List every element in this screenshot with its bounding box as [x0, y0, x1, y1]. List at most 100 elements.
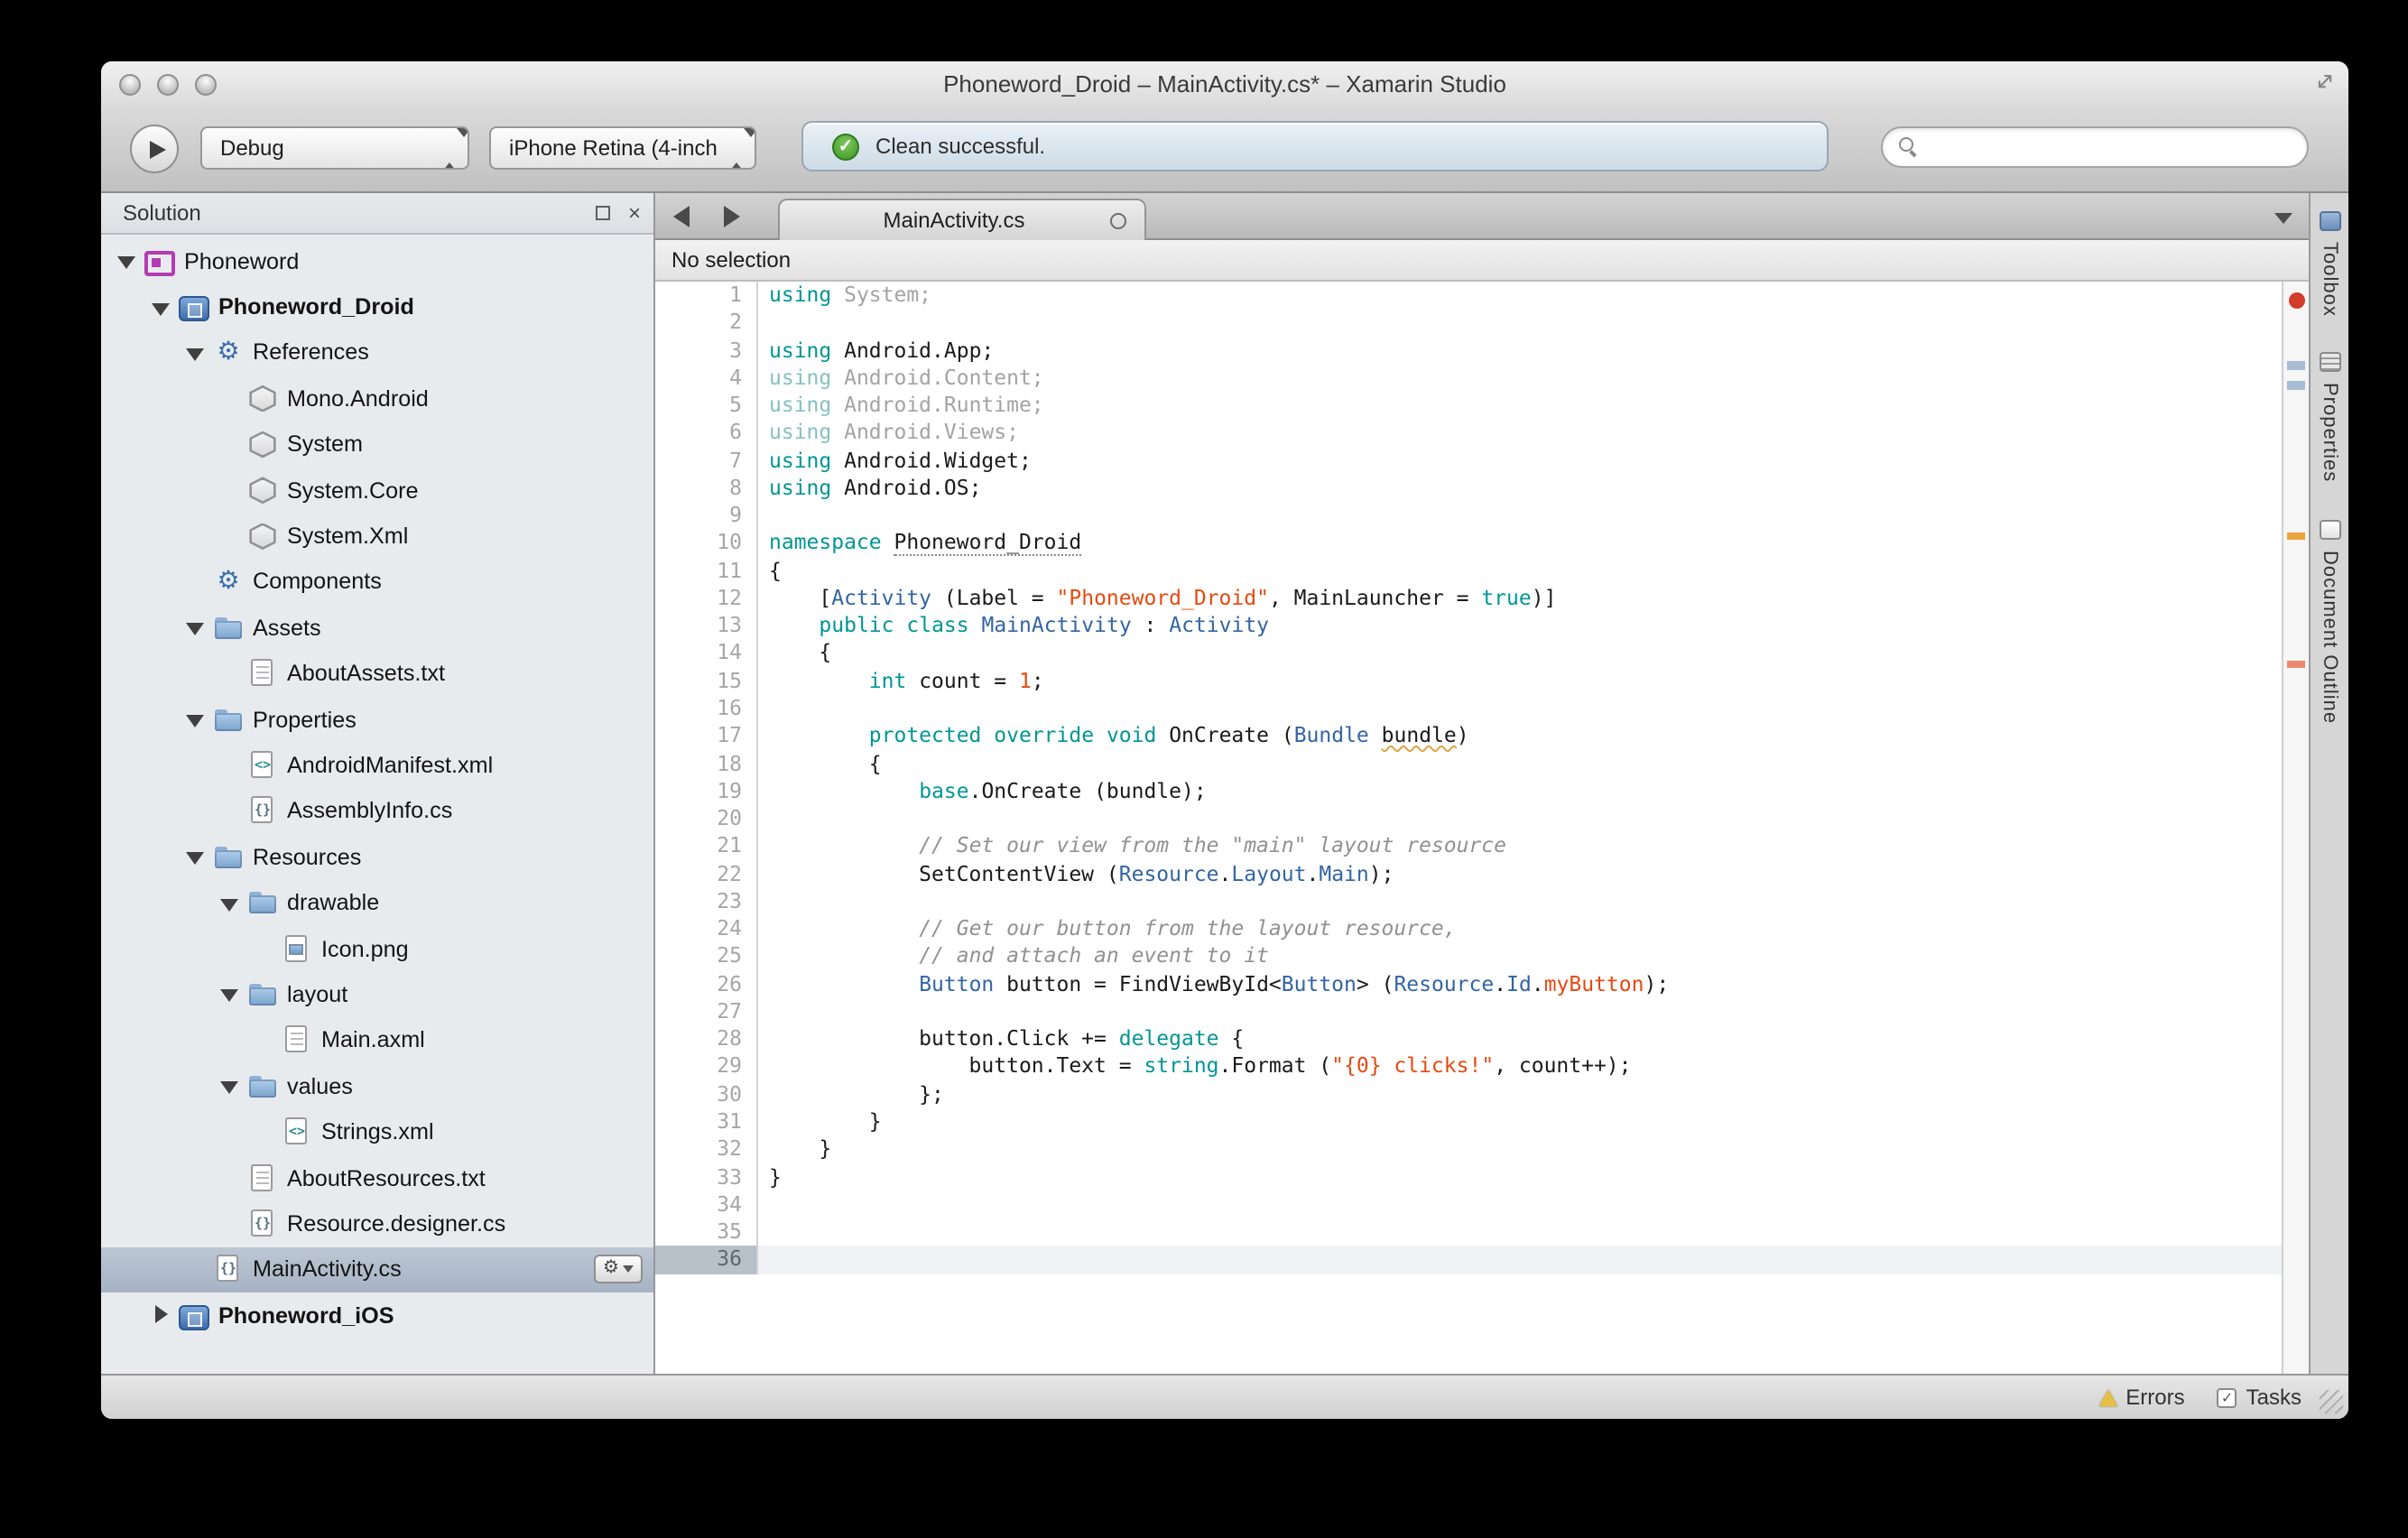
dock-pad-icon[interactable] — [596, 206, 610, 220]
code-line[interactable]: 25 // and attach an event to it — [655, 942, 2282, 971]
item-options-button[interactable]: ⚙ — [594, 1255, 643, 1284]
tree-item-layout[interactable]: layout — [101, 972, 653, 1018]
search-input[interactable] — [1881, 126, 2309, 168]
unsaved-indicator-icon[interactable] — [1110, 212, 1126, 228]
disclosure-open-icon[interactable] — [218, 1074, 242, 1098]
code-line[interactable]: 31 } — [655, 1107, 2282, 1136]
code-line[interactable]: 4 using Android.Content; — [655, 364, 2282, 393]
code-line[interactable]: 21 // Set our view from the "main" layou… — [655, 832, 2282, 861]
code-line[interactable]: 35 — [655, 1218, 2282, 1246]
tree-item-aboutresources-txt[interactable]: AboutResources.txt — [101, 1155, 653, 1201]
tab-mainactivity-cs[interactable]: MainActivity.cs — [778, 199, 1146, 240]
code-line[interactable]: 23 — [655, 887, 2282, 916]
code-line[interactable]: 34 — [655, 1191, 2282, 1219]
code-line[interactable]: 17 protected override void OnCreate (Bun… — [655, 722, 2282, 751]
disclosure-open-icon[interactable] — [184, 616, 208, 640]
errors-button[interactable]: Errors — [2098, 1385, 2185, 1410]
code-line[interactable]: 32 } — [655, 1135, 2282, 1163]
disclosure-open-icon[interactable] — [184, 341, 208, 365]
tree-item-strings-xml[interactable]: <> Strings.xml — [101, 1109, 653, 1155]
navigate-forward-icon[interactable] — [724, 206, 740, 227]
code-line[interactable]: 26 Button button = FindViewById<Button> … — [655, 970, 2282, 998]
overview-mark[interactable] — [2287, 533, 2305, 540]
tree-item-androidmanifest-xml[interactable]: <> AndroidManifest.xml — [101, 743, 653, 789]
tree-item-system-xml[interactable]: System.Xml — [101, 514, 653, 560]
disclosure-open-icon[interactable] — [218, 983, 242, 1006]
tree-item-assemblyinfo-cs[interactable]: {} AssemblyInfo.cs — [101, 788, 653, 834]
code-line[interactable]: 16 — [655, 694, 2282, 723]
code-line[interactable]: 7 using Android.Widget; — [655, 447, 2282, 475]
disclosure-open-icon[interactable] — [184, 708, 208, 731]
tree-item-mainactivity-cs[interactable]: {} MainActivity.cs ⚙ — [101, 1246, 653, 1292]
tab-list-dropdown-icon[interactable] — [2274, 213, 2292, 224]
tree-item-mono-android[interactable]: Mono.Android — [101, 375, 653, 422]
code-line[interactable]: 28 button.Click += delegate { — [655, 1025, 2282, 1053]
code-line[interactable]: 19 base.OnCreate (bundle); — [655, 777, 2282, 806]
code-line[interactable]: 36 — [655, 1246, 2282, 1274]
tree-item-properties[interactable]: Properties — [101, 697, 653, 743]
device-selector[interactable]: iPhone Retina (4-inch — [489, 126, 756, 170]
tree-item-resource-designer-cs[interactable]: {} Resource.designer.cs — [101, 1200, 653, 1246]
overview-mark[interactable] — [2287, 361, 2305, 370]
code-line[interactable]: 29 button.Text = string.Format ("{0} cli… — [655, 1052, 2282, 1081]
code-line[interactable]: 10 namespace Phoneword_Droid — [655, 529, 2282, 558]
code-line[interactable]: 20 — [655, 805, 2282, 833]
code-line[interactable]: 14 { — [655, 639, 2282, 668]
tree-item-values[interactable]: values — [101, 1063, 653, 1109]
code-line[interactable]: 33} — [655, 1163, 2282, 1191]
tree-item-drawable[interactable]: drawable — [101, 880, 653, 926]
tree-item-phoneword-ios[interactable]: Phoneword_iOS — [101, 1292, 653, 1339]
run-button[interactable] — [130, 125, 179, 173]
tree-item-phoneword[interactable]: Phoneword — [101, 238, 653, 284]
disclosure-open-icon[interactable] — [218, 891, 242, 914]
overview-mark[interactable] — [2289, 292, 2305, 309]
pad-tab-properties[interactable]: Properties — [2319, 352, 2340, 483]
tree-item-aboutassets-txt[interactable]: AboutAssets.txt — [101, 651, 653, 697]
code-line[interactable]: 6 using Android.Views; — [655, 419, 2282, 448]
code-line[interactable]: 1 using System; — [655, 282, 2282, 310]
close-pad-icon[interactable]: × — [628, 199, 641, 227]
resize-grip[interactable] — [2320, 1390, 2343, 1413]
code-line[interactable]: 11 { — [655, 557, 2282, 585]
code-line[interactable]: 27 — [655, 997, 2282, 1026]
tree-item-resources[interactable]: Resources — [101, 834, 653, 880]
code-line[interactable]: 8 using Android.OS; — [655, 474, 2282, 503]
code-line[interactable]: 3 using Android.App; — [655, 337, 2282, 365]
disclosure-closed-icon[interactable] — [150, 1303, 173, 1327]
tree-item-components[interactable]: ⚙ Components — [101, 559, 653, 605]
tree-item-system[interactable]: System — [101, 422, 653, 468]
tree-item-system-core[interactable]: System.Core — [101, 468, 653, 514]
tree-item-references[interactable]: ⚙ References — [101, 330, 653, 376]
tasks-button[interactable]: ✓ Tasks — [2217, 1385, 2301, 1410]
overview-mark[interactable] — [2287, 661, 2305, 668]
title-bar[interactable]: Phoneword_Droid – MainActivity.cs* – Xam… — [101, 61, 2348, 108]
tree-item-main-axml[interactable]: Main.axml — [101, 1017, 653, 1063]
disclosure-open-icon[interactable] — [150, 295, 173, 319]
tree-item-assets[interactable]: Assets — [101, 605, 653, 651]
configuration-selector[interactable]: Debug — [200, 126, 469, 170]
navigate-back-icon[interactable] — [673, 206, 690, 227]
code-line[interactable]: 18 { — [655, 750, 2282, 778]
overview-mark[interactable] — [2287, 381, 2305, 390]
tree-item-icon-png[interactable]: Icon.png — [101, 926, 653, 972]
code-line[interactable]: 24 // Get our button from the layout res… — [655, 915, 2282, 943]
code-line[interactable]: 15 int count = 1; — [655, 667, 2282, 695]
code-line[interactable]: 9 — [655, 502, 2282, 530]
code-line[interactable]: 13 public class MainActivity : Activity — [655, 612, 2282, 640]
code-token: button = FindViewById< — [994, 970, 1282, 996]
code-line[interactable]: 5 using Android.Runtime; — [655, 392, 2282, 420]
pad-tab-document-outline[interactable]: Document Outline — [2319, 519, 2340, 723]
code-line[interactable]: 2 — [655, 309, 2282, 338]
code-line[interactable]: 22 SetContentView (Resource.Layout.Main)… — [655, 860, 2282, 888]
overview-ruler[interactable] — [2282, 282, 2309, 1374]
tree-item-phoneword-droid[interactable]: Phoneword_Droid — [101, 284, 653, 330]
code-lines[interactable]: 1 using System; 2 3 using Android.App; 4 using… — [655, 282, 2282, 1374]
disclosure-open-icon[interactable] — [184, 846, 208, 869]
assembly-icon — [249, 431, 276, 459]
code-line[interactable]: 30 }; — [655, 1080, 2282, 1108]
pad-tab-toolbox[interactable]: Toolbox — [2319, 211, 2340, 317]
disclosure-open-icon[interactable] — [116, 249, 139, 273]
code-line[interactable]: 12 [Activity (Label = "Phoneword_Droid",… — [655, 584, 2282, 613]
